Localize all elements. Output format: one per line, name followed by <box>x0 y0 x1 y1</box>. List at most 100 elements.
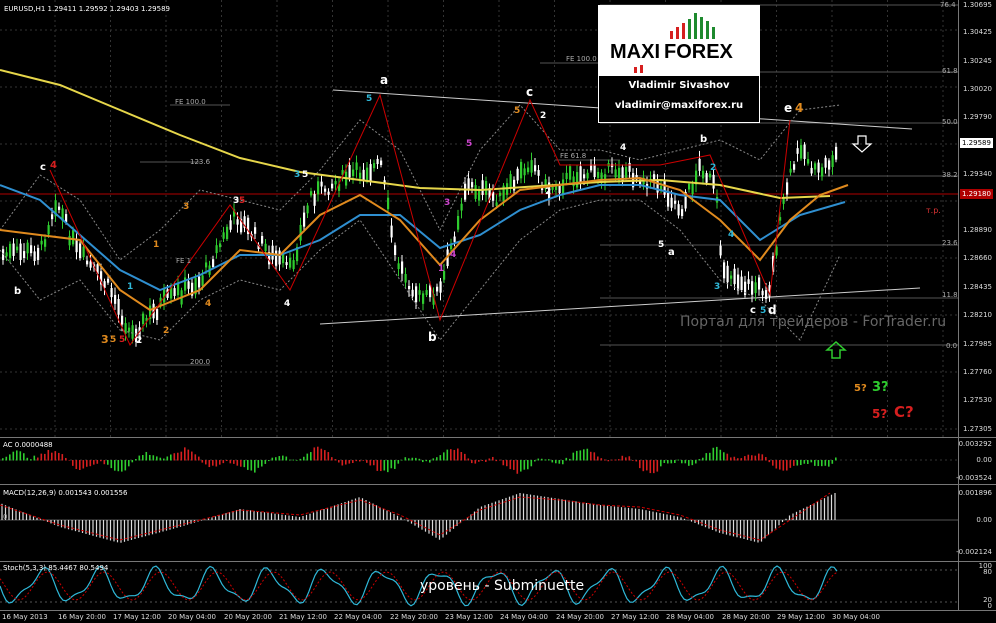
ac-bar <box>348 460 351 464</box>
candle-body <box>597 171 600 178</box>
ac-bar <box>807 460 809 465</box>
ac-bar <box>100 460 102 462</box>
ac-bar <box>758 453 760 461</box>
wave-num: 1 <box>127 282 134 292</box>
candle-body <box>436 286 439 292</box>
fe-left-mid-label: FE 1 <box>176 257 192 265</box>
ac-bar <box>338 460 340 463</box>
main-chart-pane[interactable]: EURUSD,H1 1.29411 1.29592 1.29403 1.2958… <box>0 0 996 437</box>
candle-body <box>495 202 498 206</box>
ac-bar <box>383 460 386 471</box>
candle-body <box>117 299 120 315</box>
ac-bar <box>453 449 456 461</box>
ac-bar <box>670 460 673 464</box>
macd-tick: -0.002124 <box>956 548 992 556</box>
ac-bar <box>485 460 487 462</box>
candle-body <box>173 288 176 296</box>
ac-bar <box>611 459 613 461</box>
ac-bar <box>306 453 309 461</box>
time-axis[interactable]: 16 May 2013 16 May 20:00 17 May 12:00 20… <box>0 610 996 623</box>
candle-body <box>457 215 460 230</box>
ac-bar <box>429 460 431 463</box>
ac-bar <box>422 460 424 463</box>
candle-body <box>747 279 750 284</box>
wave-num: 3 <box>294 170 301 180</box>
candle-body <box>793 164 796 170</box>
ac-bar <box>800 460 802 466</box>
candle-body <box>320 181 323 187</box>
ac-bar <box>600 458 603 461</box>
candle-body <box>58 206 61 210</box>
macd-indicator-pane[interactable]: MACD(12,26,9) 0.001543 0.001556 0 0.0018… <box>0 484 996 562</box>
candle-body <box>709 173 712 178</box>
ac-bar <box>40 453 43 461</box>
ac-bar <box>761 454 764 461</box>
candle-body <box>520 161 523 179</box>
candle-body <box>593 164 596 178</box>
wave-label-c-top: c <box>526 85 534 99</box>
candle-body <box>807 159 810 164</box>
candle-body <box>51 214 54 220</box>
candle-body <box>68 235 71 246</box>
ac-bar <box>702 457 704 461</box>
logo-bar <box>640 65 643 73</box>
ac-bar <box>520 460 522 472</box>
ac-bar <box>401 459 403 461</box>
ac-bar <box>19 451 22 461</box>
candle-body <box>376 158 379 165</box>
ac-bar <box>166 456 169 461</box>
top-level-label: 76.4 <box>940 1 956 9</box>
ac-bar <box>660 460 662 467</box>
candle-body <box>324 188 327 192</box>
candle-body <box>737 274 740 291</box>
macd-tick: 0.00 <box>976 516 992 524</box>
ac-bar <box>793 460 795 466</box>
ac-bar <box>593 452 596 461</box>
ac-bar <box>478 460 480 462</box>
candle-body <box>37 247 40 261</box>
ac-bar <box>425 460 428 462</box>
wave-num: 1 <box>153 240 160 250</box>
candle-body <box>44 239 47 247</box>
fib-500-label: 50.0 <box>942 118 958 126</box>
ac-bar <box>411 457 414 461</box>
time-tick: 16 May 2013 <box>2 613 48 621</box>
ac-bar <box>30 459 32 461</box>
candle-body <box>334 180 337 185</box>
candle-body <box>453 236 456 242</box>
wave-num: 3 <box>714 282 721 292</box>
candle-body <box>187 281 190 289</box>
main-chart-svg[interactable] <box>0 0 996 437</box>
ac-bar <box>831 460 834 464</box>
ac-bar <box>509 460 512 470</box>
price-axis[interactable]: 1.30695 1.30425 1.30245 1.30020 1.29790 … <box>958 0 996 437</box>
ac-bar <box>128 460 130 467</box>
ac-bar <box>257 460 260 468</box>
logo-graphic <box>634 13 715 73</box>
ac-bar <box>464 453 466 461</box>
ac-bar <box>16 450 18 461</box>
ac-bar <box>72 460 74 466</box>
ac-bar <box>82 460 85 469</box>
ac-bar <box>576 450 578 461</box>
ac-bar <box>229 460 232 464</box>
ac-bar <box>471 460 473 464</box>
candle-body <box>733 268 736 285</box>
ac-bar <box>754 455 757 461</box>
ac-bar <box>103 460 106 465</box>
tp-label: т.р. <box>926 206 941 215</box>
candle-body <box>569 166 572 180</box>
wave-num: 2 <box>545 187 552 197</box>
author-info-box: Vladimir Sivashov vladimir@maxiforex.ru <box>598 75 760 123</box>
ac-indicator-pane[interactable]: AC 0.0000488 0.003292 0.00 -0.003524 <box>0 437 996 485</box>
ac-bar <box>75 460 78 469</box>
ac-bar <box>345 460 347 465</box>
price-tick: 1.28660 <box>963 254 992 262</box>
wave-num: 5 <box>658 240 665 250</box>
ac-bar <box>2 458 4 461</box>
candle-body <box>821 167 824 177</box>
candle-body <box>114 294 117 304</box>
candle-body <box>212 259 215 268</box>
logo-brand: MAXI FOREX <box>610 41 733 64</box>
ac-bar <box>737 458 739 461</box>
